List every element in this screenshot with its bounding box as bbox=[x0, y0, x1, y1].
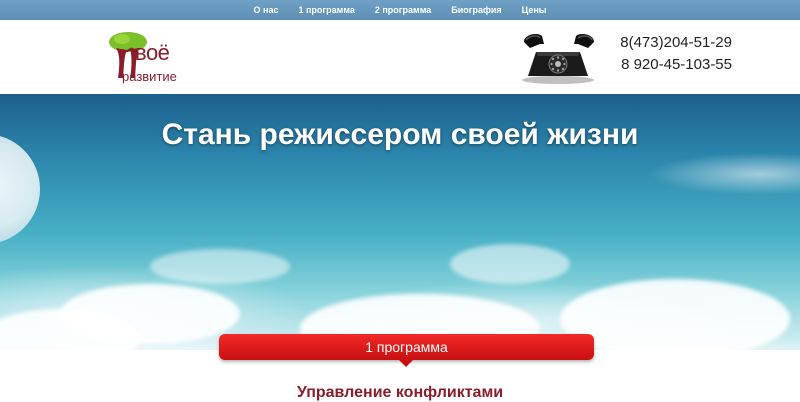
nav-item-prices[interactable]: Цены bbox=[512, 0, 557, 20]
site-header: воё развитие 8(473)204-51-29 8 920-45-10… bbox=[0, 20, 800, 94]
logo-text-main: воё bbox=[135, 40, 170, 65]
telephone-icon bbox=[522, 34, 594, 84]
hero-banner: Стань режиссером своей жизни bbox=[0, 94, 800, 350]
phone-number-landline[interactable]: 8(473)204-51-29 bbox=[612, 32, 732, 54]
site-logo[interactable]: воё развитие bbox=[108, 30, 198, 92]
hero-title: Стань режиссером своей жизни bbox=[161, 118, 639, 151]
cloud-decoration bbox=[450, 244, 570, 284]
contact-phones: 8(473)204-51-29 8 920-45-103-55 bbox=[612, 32, 732, 76]
section-heading: Управление конфликтами bbox=[296, 384, 504, 401]
logo-text-sub: развитие bbox=[122, 69, 177, 84]
phone-number-mobile[interactable]: 8 920-45-103-55 bbox=[612, 54, 732, 76]
nav-item-program-1[interactable]: 1 программа bbox=[288, 0, 364, 20]
nav-item-program-2[interactable]: 2 программа bbox=[365, 0, 441, 20]
cloud-decoration bbox=[560, 279, 790, 350]
nav-item-about[interactable]: О нас bbox=[244, 0, 289, 20]
cloud-decoration bbox=[150, 249, 290, 284]
program-tab-label: 1 программа bbox=[365, 339, 448, 355]
top-navigation: О нас 1 программа 2 программа Биография … bbox=[0, 0, 800, 20]
program-tab[interactable]: 1 программа bbox=[219, 334, 594, 367]
nav-item-biography[interactable]: Биография bbox=[441, 0, 511, 20]
tab-pointer bbox=[399, 360, 413, 367]
